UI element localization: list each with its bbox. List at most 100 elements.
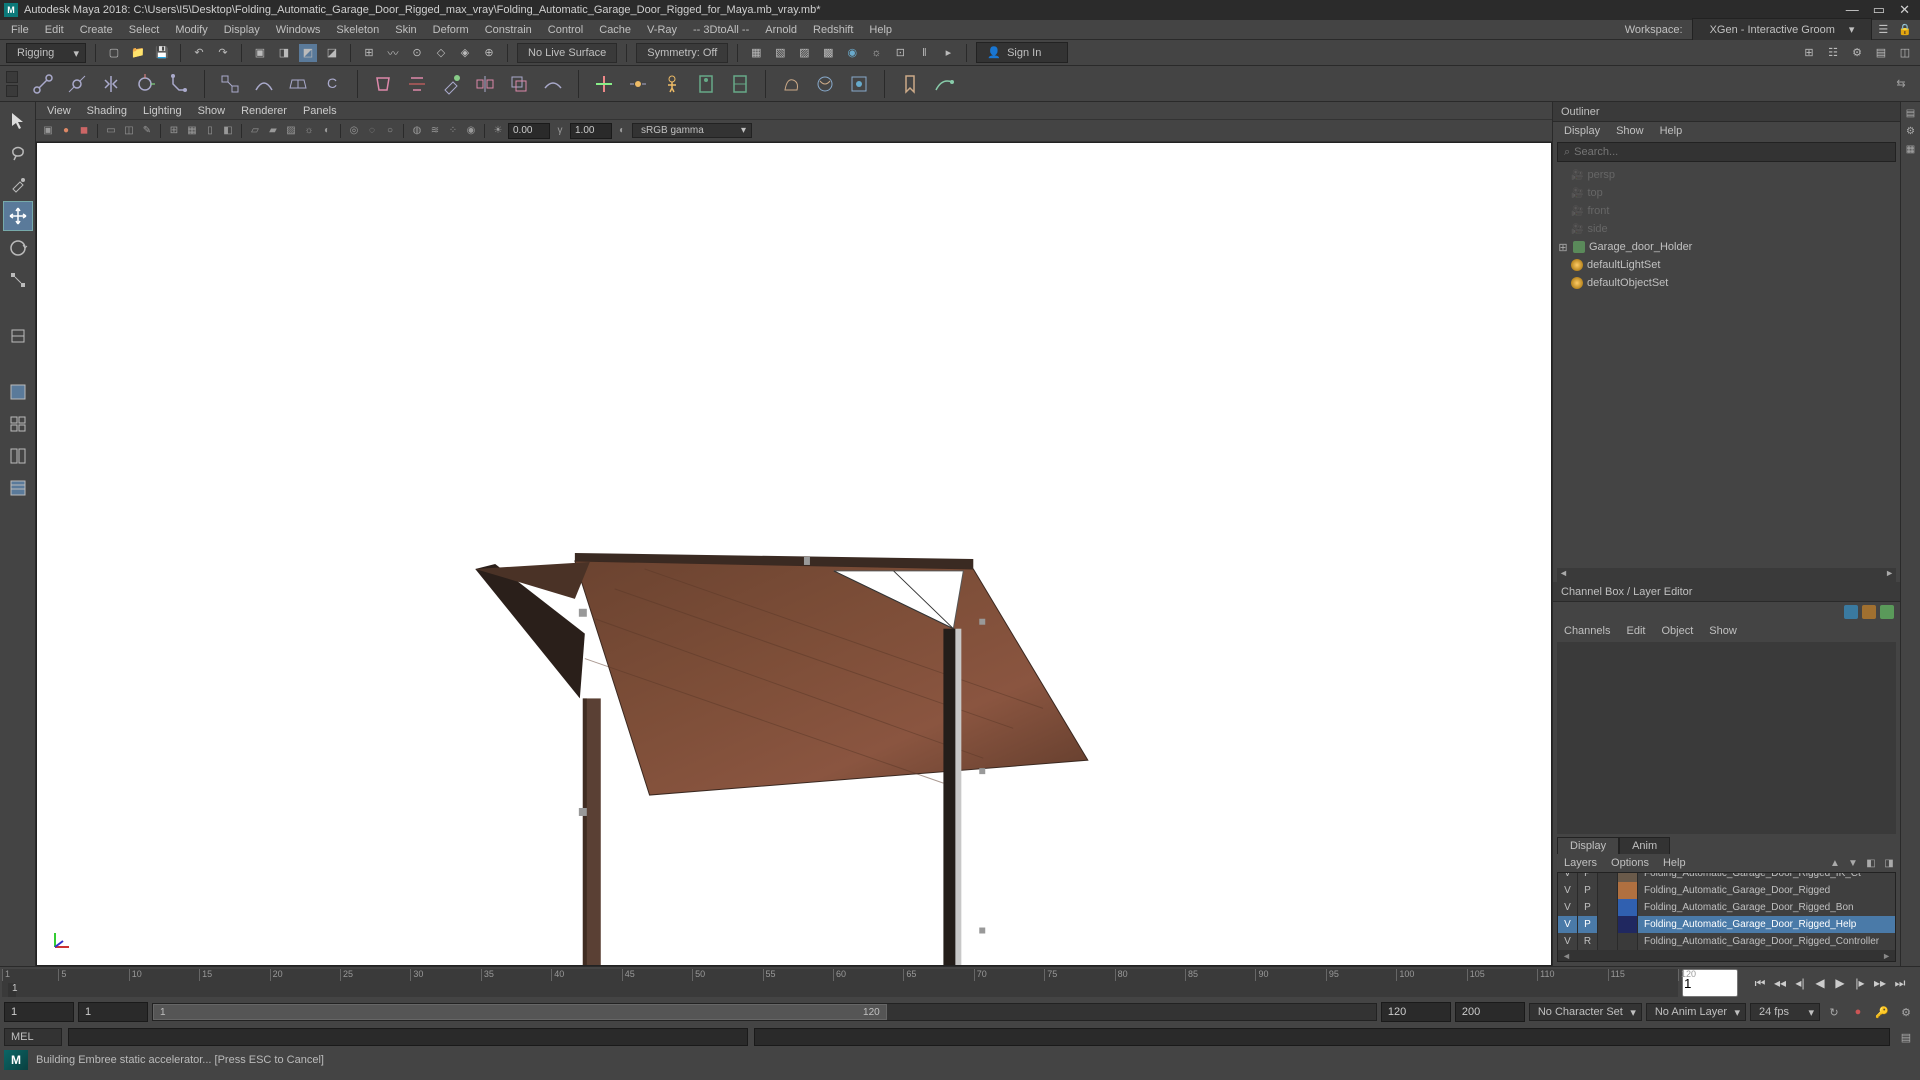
- channel-box-mode-icon[interactable]: [1844, 605, 1858, 619]
- render-settings-icon[interactable]: ▩: [819, 44, 837, 62]
- vp-exposure-input[interactable]: [508, 123, 550, 139]
- motion-trail-icon[interactable]: [931, 71, 957, 97]
- fps-dropdown[interactable]: 24 fps: [1750, 1003, 1820, 1021]
- render-setup-icon[interactable]: ⊡: [891, 44, 909, 62]
- smooth-weights-icon[interactable]: [540, 71, 566, 97]
- vp-menu-lighting[interactable]: Lighting: [136, 104, 189, 118]
- move-tool-icon[interactable]: [4, 202, 32, 230]
- save-scene-icon[interactable]: 💾: [153, 44, 171, 62]
- move-layer-up-icon[interactable]: ▲: [1828, 856, 1842, 870]
- range-slider-handle[interactable]: 1 120: [153, 1004, 887, 1020]
- layer-name[interactable]: Folding_Automatic_Garage_Door_Rigged_IK_…: [1638, 872, 1895, 879]
- channel-box-toggle-icon[interactable]: ▦: [1904, 142, 1918, 156]
- layer-display-type-toggle[interactable]: [1598, 882, 1618, 899]
- layer-name[interactable]: Folding_Automatic_Garage_Door_Rigged_Con…: [1638, 936, 1895, 947]
- layer-playback-toggle[interactable]: P: [1578, 872, 1598, 882]
- both-mode-icon[interactable]: [1880, 605, 1894, 619]
- vp-lock-camera-icon[interactable]: ●: [58, 123, 74, 139]
- spline-ik-icon[interactable]: [251, 71, 277, 97]
- lattice-icon[interactable]: [285, 71, 311, 97]
- vp-textured-icon[interactable]: ▨: [283, 123, 299, 139]
- vp-isolate-icon[interactable]: ◎: [346, 123, 362, 139]
- menu-select[interactable]: Select: [122, 22, 167, 38]
- select-object-icon[interactable]: ◨: [275, 44, 293, 62]
- last-tool-icon[interactable]: [4, 322, 32, 350]
- command-line-input[interactable]: [68, 1028, 748, 1046]
- menu-skeleton[interactable]: Skeleton: [329, 22, 386, 38]
- close-button[interactable]: ✕: [1899, 2, 1910, 18]
- auto-key-icon[interactable]: ●: [1848, 1002, 1868, 1022]
- marking-menu-icon[interactable]: ⊞: [1800, 44, 1818, 62]
- paint-weights-icon[interactable]: [438, 71, 464, 97]
- outliner-item-garage-door-holder[interactable]: ⊞Garage_door_Holder: [1557, 238, 1896, 256]
- shelf-editor-icon[interactable]: [6, 85, 18, 97]
- menu-vray[interactable]: V-Ray: [640, 22, 684, 38]
- insert-joint-icon[interactable]: [64, 71, 90, 97]
- menuset-dropdown[interactable]: Rigging: [6, 43, 86, 63]
- menu-create[interactable]: Create: [73, 22, 120, 38]
- outliner-item-default-object-set[interactable]: defaultObjectSet: [1557, 274, 1896, 292]
- layer-row[interactable]: V P Folding_Automatic_Garage_Door_Rigged: [1558, 882, 1895, 899]
- layer-display-type-toggle[interactable]: [1598, 872, 1618, 882]
- select-tool-icon[interactable]: [4, 106, 32, 134]
- snap-plane-icon[interactable]: ◇: [432, 44, 450, 62]
- outliner-item-persp[interactable]: 🎥persp: [1557, 166, 1896, 184]
- vp-grid-icon[interactable]: ⊞: [166, 123, 182, 139]
- set-key-icon[interactable]: 🔑: [1872, 1002, 1892, 1022]
- snap-point-icon[interactable]: ⊙: [408, 44, 426, 62]
- channel-box-icon[interactable]: ▤: [1872, 44, 1890, 62]
- layer-hscrollbar[interactable]: ◄►: [1558, 950, 1895, 962]
- layer-color-swatch[interactable]: [1618, 872, 1638, 882]
- outliner-search[interactable]: ⌕: [1557, 142, 1896, 162]
- lock-icon[interactable]: 🔒: [1894, 21, 1916, 38]
- snap-curve-icon[interactable]: 〰: [384, 44, 402, 62]
- layer-row[interactable]: V P Folding_Automatic_Garage_Door_Rigged…: [1558, 916, 1895, 933]
- single-pane-icon[interactable]: [4, 378, 32, 406]
- vp-menu-show[interactable]: Show: [191, 104, 233, 118]
- copy-weights-icon[interactable]: [506, 71, 532, 97]
- two-pane-icon[interactable]: [4, 442, 32, 470]
- vp-motion-blur-icon[interactable]: ≋: [427, 123, 443, 139]
- maximize-button[interactable]: ▭: [1873, 2, 1885, 18]
- vp-image-plane-icon[interactable]: ▭: [103, 123, 119, 139]
- layer-playback-toggle[interactable]: R: [1578, 933, 1598, 950]
- select-hierarchy-icon[interactable]: ◪: [323, 44, 341, 62]
- anim-layer-dropdown[interactable]: No Anim Layer: [1646, 1003, 1746, 1021]
- viewport-canvas[interactable]: [36, 142, 1552, 966]
- quick-rig-icon[interactable]: [659, 71, 685, 97]
- layer-row[interactable]: V P Folding_Automatic_Garage_Door_Rigged…: [1558, 899, 1895, 916]
- menu-cache[interactable]: Cache: [592, 22, 638, 38]
- layer-visibility-toggle[interactable]: V: [1558, 916, 1578, 933]
- layer-name[interactable]: Folding_Automatic_Garage_Door_Rigged: [1638, 885, 1895, 896]
- menu-redshift[interactable]: Redshift: [806, 22, 860, 38]
- four-pane-icon[interactable]: [4, 410, 32, 438]
- redo-icon[interactable]: ↷: [214, 44, 232, 62]
- render-icon[interactable]: ▦: [747, 44, 765, 62]
- layers-menu-layers[interactable]: Layers: [1557, 856, 1604, 870]
- select-mode-icon[interactable]: ▣: [251, 44, 269, 62]
- ik-handle-icon[interactable]: [166, 71, 192, 97]
- outliner-menu-display[interactable]: Display: [1557, 124, 1607, 138]
- layer-playback-toggle[interactable]: P: [1578, 882, 1598, 899]
- layers-menu-options[interactable]: Options: [1604, 856, 1656, 870]
- menu-windows[interactable]: Windows: [269, 22, 328, 38]
- undo-icon[interactable]: ↶: [190, 44, 208, 62]
- new-empty-layer-icon[interactable]: ◧: [1864, 856, 1878, 870]
- vp-multisample-icon[interactable]: ⁘: [445, 123, 461, 139]
- current-time-indicator[interactable]: 1: [8, 983, 16, 997]
- vp-ao-icon[interactable]: ◍: [409, 123, 425, 139]
- cluster-icon[interactable]: C: [319, 71, 345, 97]
- mirror-joint-icon[interactable]: [98, 71, 124, 97]
- go-to-end-icon[interactable]: ⏭: [1892, 975, 1908, 991]
- go-to-start-icon[interactable]: ⏮: [1752, 975, 1768, 991]
- attribute-editor-toggle-icon[interactable]: ▤: [1904, 106, 1918, 120]
- vp-wireframe-icon[interactable]: ▱: [247, 123, 263, 139]
- hik-control-icon[interactable]: [727, 71, 753, 97]
- shelf-tab-toggle-icon[interactable]: [6, 71, 18, 83]
- vp-colorspace-dropdown[interactable]: sRGB gamma: [632, 123, 752, 138]
- menu-control[interactable]: Control: [541, 22, 590, 38]
- snap-grid-icon[interactable]: ⊞: [360, 44, 378, 62]
- outliner-pane-icon[interactable]: [4, 474, 32, 502]
- expand-icon[interactable]: ⊞: [1557, 241, 1569, 254]
- tool-settings-icon[interactable]: ⚙: [1848, 44, 1866, 62]
